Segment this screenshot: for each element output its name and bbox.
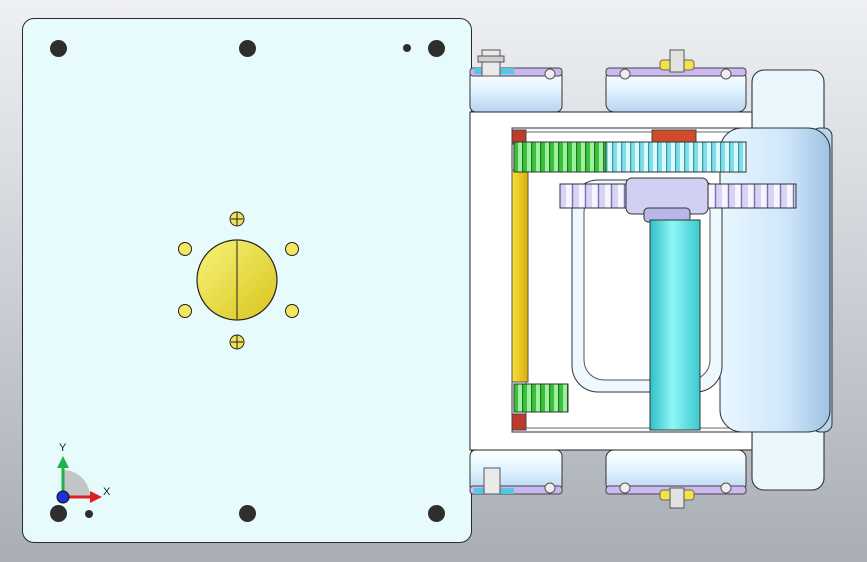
y-axis-label: Y	[59, 442, 67, 454]
center-hub[interactable]	[196, 239, 278, 321]
motor-bottom-left[interactable]	[469, 449, 563, 495]
spur-gear-bottom[interactable]	[513, 383, 569, 413]
screw-head	[229, 211, 245, 227]
yellow-rail	[511, 169, 529, 383]
drive-shaft[interactable]	[649, 219, 701, 431]
motor-top-left[interactable]	[469, 49, 563, 113]
red-marker	[651, 129, 697, 143]
motor-bottom-right[interactable]	[605, 449, 747, 509]
gear-housing[interactable]	[719, 127, 831, 433]
assembly-drawing	[56, 49, 833, 509]
spur-gear-rack-top[interactable]	[513, 141, 747, 173]
x-axis-label: X	[103, 486, 111, 498]
red-marker	[511, 413, 527, 431]
screw-head	[229, 334, 245, 350]
cad-model-viewport[interactable]: Y X	[0, 0, 867, 562]
motor-top-right[interactable]	[605, 49, 747, 113]
coordinate-triad	[56, 456, 102, 504]
